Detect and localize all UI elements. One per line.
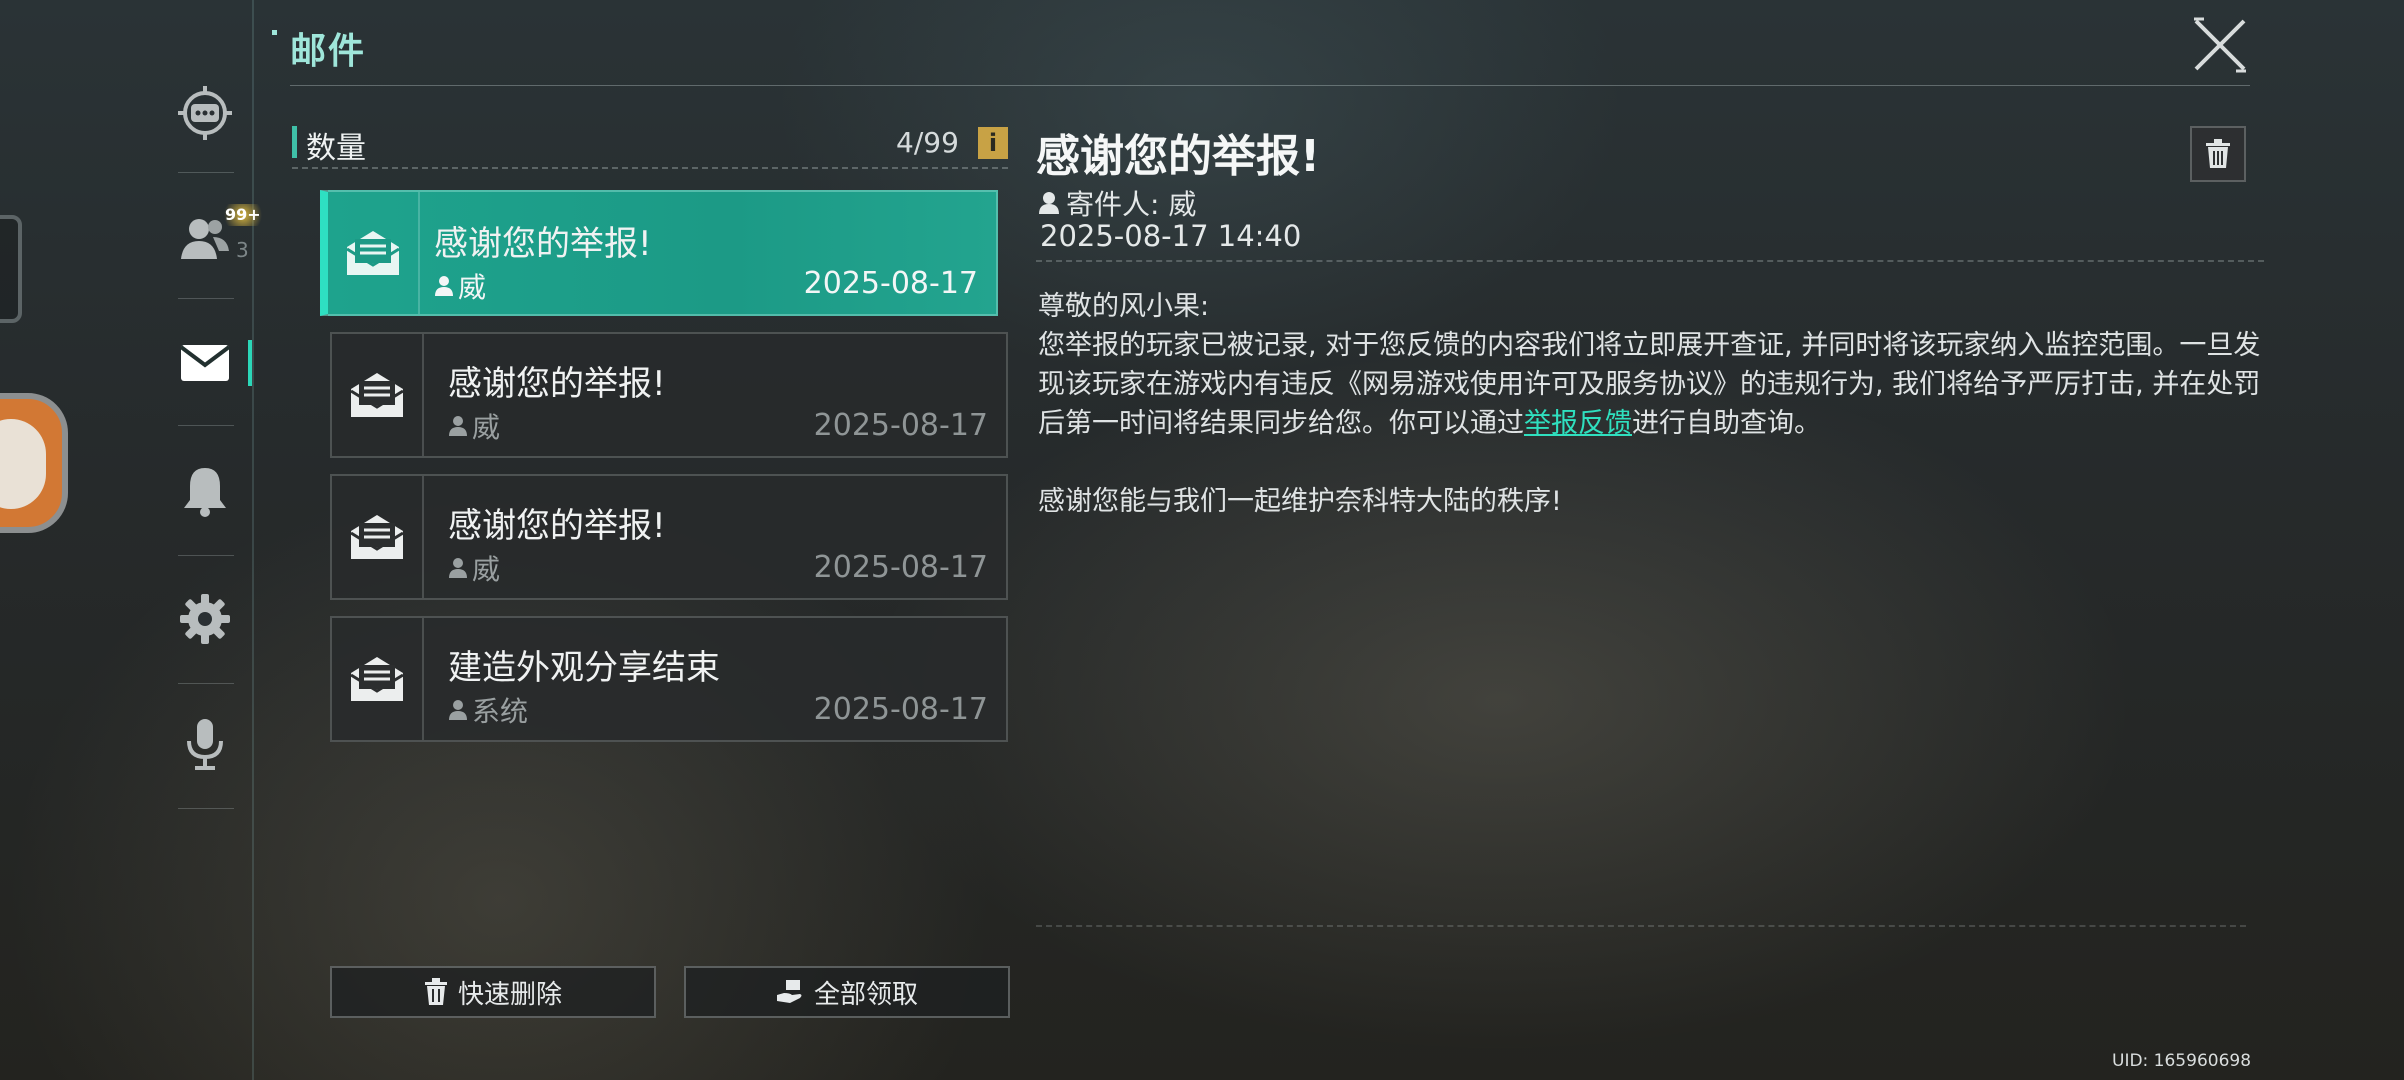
person-icon [435,276,453,296]
quick-delete-label: 快速删除 [457,979,562,1010]
mail-detail-title: 感谢您的举报! [1036,131,1321,182]
mail-list-item-selected[interactable]: 感谢您的举报! 威 2025-08-17 [320,190,998,316]
close-button[interactable] [2190,15,2250,75]
mail-detail-sender: 寄件人: 威 [1038,183,1196,223]
trash-icon [2206,139,2230,168]
gear-icon[interactable] [174,588,236,650]
mail-detail-datetime: 2025-08-17 14:40 [1040,219,1302,253]
mail-date: 2025-08-17 [813,550,988,585]
title-decoration [272,30,277,35]
mail-sidebar: 99+ 3 [160,0,264,1080]
mail-detail-sender-text: 寄件人: 威 [1066,188,1197,221]
mail-sender: 威 [448,406,500,446]
open-envelope-icon [332,618,424,740]
claim-all-label: 全部领取 [813,979,918,1010]
mail-subject: 建造外观分享结束 [448,648,720,688]
title-divider [290,85,2250,86]
open-envelope-icon [328,192,420,314]
hand-gift-icon [776,980,802,1003]
mail-date: 2025-08-17 [813,408,988,443]
mail-icon[interactable] [174,332,236,394]
mail-count-label: 数量 [306,131,366,166]
mail-paragraph-text-end: 进行自助查询。 [1632,408,1821,439]
list-header-accent [292,126,297,158]
mail-paragraph: 您举报的玩家已被记录, 对于您反馈的内容我们将立即展开查证, 并同时将该玩家纳入… [1038,326,2268,443]
mail-detail-body: 尊敬的风小果: 您举报的玩家已被记录, 对于您反馈的内容我们将立即展开查证, 并… [1038,287,2268,521]
mail-sender: 系统 [448,690,528,730]
mail-subject: 感谢您的举报! [448,506,666,546]
detail-bottom-divider [1036,925,2246,927]
person-icon [449,558,467,578]
mail-count: 4/99 [896,126,959,159]
friends-count: 3 [236,238,249,262]
left-hud-frame [0,215,22,323]
person-icon [449,700,467,720]
user-id: UID: 165960698 [2112,1051,2252,1071]
mail-list-item[interactable]: 建造外观分享结束 系统 2025-08-17 [330,616,1008,742]
chat-bubble-icon[interactable] [174,82,236,144]
mail-sender-name: 威 [458,271,487,304]
open-envelope-icon [332,334,424,456]
player-avatar[interactable] [0,393,68,533]
claim-all-button[interactable]: 全部领取 [684,966,1010,1018]
mail-list-item[interactable]: 感谢您的举报! 威 2025-08-17 [330,474,1008,600]
mail-sender-name: 威 [472,411,501,444]
friends-badge: 99+ [222,204,264,226]
mail-date: 2025-08-17 [803,266,978,301]
mail-sender-name: 系统 [472,695,529,728]
mail-closing: 感谢您能与我们一起维护奈科特大陆的秩序! [1038,486,1562,517]
list-header-divider [292,167,1008,169]
bell-icon[interactable] [174,460,236,522]
mail-sender: 威 [448,548,500,588]
open-envelope-icon [332,476,424,598]
mail-list-item[interactable]: 感谢您的举报! 威 2025-08-17 [330,332,1008,458]
detail-header-divider [1036,260,2264,262]
close-icon [2194,17,2246,73]
mail-date: 2025-08-17 [813,692,988,727]
report-feedback-link[interactable]: 举报反馈 [1524,408,1632,439]
mail-sender: 威 [434,266,486,306]
delete-mail-button[interactable] [2190,126,2246,182]
mail-subject: 感谢您的举报! [448,364,666,404]
person-icon [1039,192,1059,214]
microphone-icon[interactable] [174,714,236,776]
active-indicator [248,340,252,386]
mail-greeting: 尊敬的风小果: [1038,291,1210,322]
mail-subject: 感谢您的举报! [434,224,652,264]
mail-sender-name: 威 [472,553,501,586]
page-title: 邮件 [290,31,367,72]
trash-icon [424,978,447,1005]
person-icon [449,416,467,436]
info-icon[interactable]: i [978,127,1008,159]
quick-delete-button[interactable]: 快速删除 [330,966,656,1018]
